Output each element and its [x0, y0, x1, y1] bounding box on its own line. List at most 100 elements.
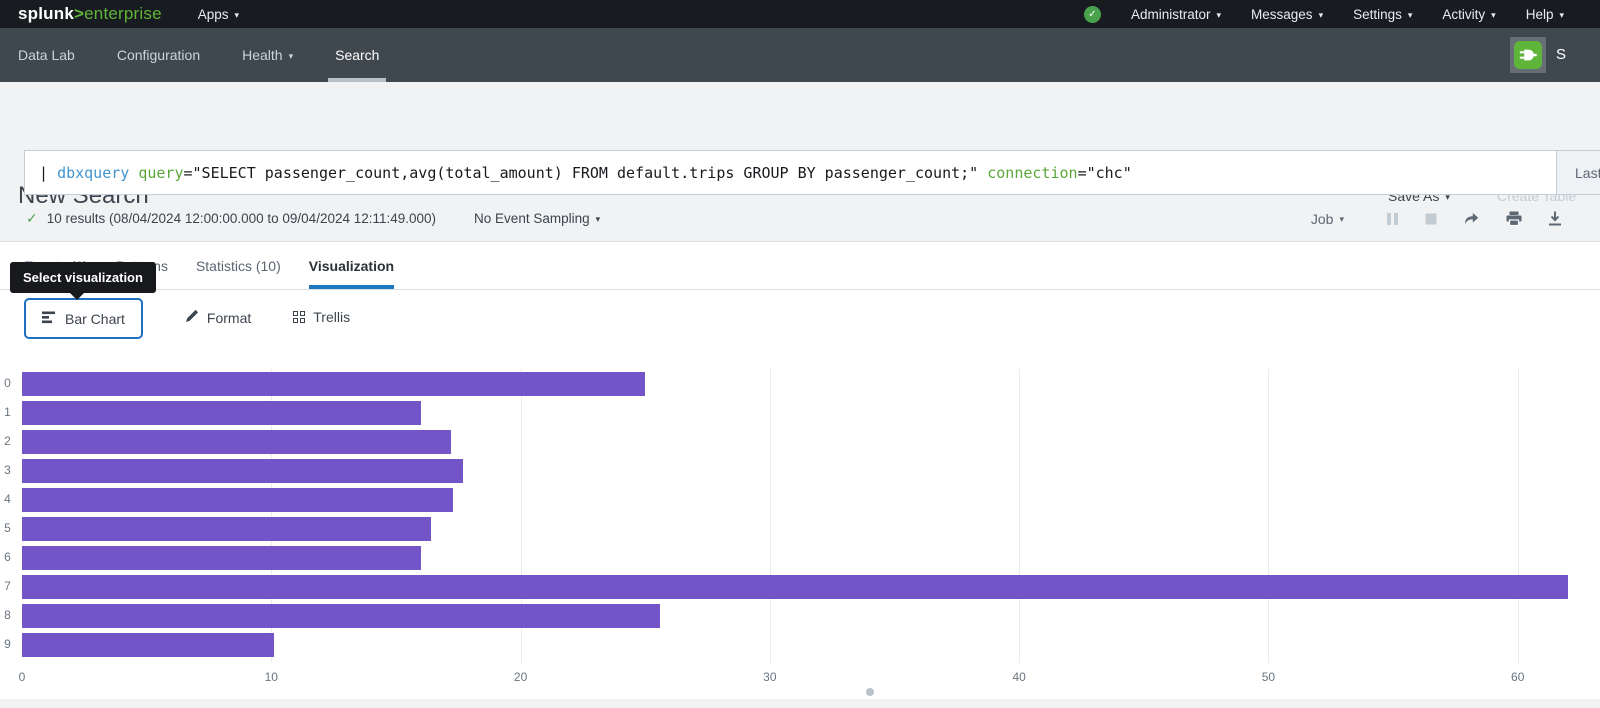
bar-segment[interactable]: [22, 546, 421, 570]
splunk-logo[interactable]: splunk>enterprise: [18, 4, 162, 24]
format-button[interactable]: Format: [185, 309, 251, 326]
result-tabs: Events (0)PatternsStatistics (10)Visuali…: [0, 242, 1600, 290]
topbar-menu-help[interactable]: Help ▾: [1526, 7, 1564, 22]
navbar-item-health[interactable]: Health▾: [242, 28, 293, 82]
export-icon[interactable]: [1548, 211, 1562, 226]
job-menu-label: Job: [1311, 211, 1334, 227]
bar-segment[interactable]: [22, 459, 463, 483]
time-range-picker[interactable]: Last: [1556, 150, 1600, 195]
navbar-item-search[interactable]: Search: [335, 28, 379, 82]
y-category-label: 9: [0, 637, 15, 651]
results-actions: Job ▾: [1311, 211, 1600, 227]
bar-chart-icon: [42, 311, 56, 327]
stop-icon: [1425, 213, 1437, 225]
print-icon[interactable]: [1506, 211, 1522, 226]
x-gridline: [770, 369, 771, 663]
query-token: query: [138, 164, 183, 182]
viz-controls: Bar Chart Format Trellis: [0, 290, 1600, 369]
y-category-label: 3: [0, 463, 15, 477]
x-tick-label: 20: [506, 670, 536, 684]
y-category-label: 5: [0, 521, 15, 535]
app-icon-tile[interactable]: [1510, 37, 1546, 73]
query-token: [129, 164, 138, 182]
bar-segment[interactable]: [22, 401, 421, 425]
search-query-input[interactable]: | dbxquery query="SELECT passenger_count…: [24, 150, 1556, 195]
topbar: splunk>enterprise Apps ▾ ✓ Administrator…: [0, 0, 1600, 28]
bar-segment[interactable]: [22, 430, 451, 454]
query-token: =: [184, 164, 193, 182]
topbar-menu-label: Settings: [1353, 7, 1402, 22]
trellis-label: Trellis: [313, 309, 350, 325]
topbar-menu-activity[interactable]: Activity▾: [1442, 7, 1495, 22]
x-tick-label: 0: [7, 670, 37, 684]
logo-gt: >: [74, 4, 84, 23]
results-summary: 10 results (08/04/2024 12:00:00.000 to 0…: [47, 211, 436, 226]
tab-visualization[interactable]: Visualization: [309, 242, 394, 289]
chevron-down-icon: ▾: [1491, 11, 1496, 20]
bar-segment[interactable]: [22, 517, 431, 541]
x-gridline: [1019, 369, 1020, 663]
app-navbar: Data Lab Configuration Health▾ Search: [0, 28, 1600, 82]
bar-segment[interactable]: [22, 633, 274, 657]
chevron-down-icon: ▾: [596, 215, 601, 224]
results-bar: ✓ 10 results (08/04/2024 12:00:00.000 to…: [0, 196, 1600, 242]
topbar-menu-settings[interactable]: Settings ▾: [1353, 7, 1412, 22]
event-sampling-menu[interactable]: No Event Sampling ▾: [474, 211, 600, 226]
chevron-down-icon: ▾: [1559, 11, 1564, 20]
chevron-down-icon: ▾: [1339, 215, 1344, 224]
query-token: =: [1078, 164, 1087, 182]
page-header: New Search Save As ▾ Create Table: [0, 82, 1600, 150]
pencil-icon: [185, 309, 199, 326]
bar-segment[interactable]: [22, 488, 453, 512]
logo-splunk: splunk: [18, 4, 74, 23]
navbar-item-configuration[interactable]: Configuration: [117, 28, 200, 82]
x-tick-label: 10: [256, 670, 286, 684]
chevron-down-icon: ▾: [1408, 11, 1413, 20]
bar-segment[interactable]: [22, 575, 1568, 599]
y-category-label: 4: [0, 492, 15, 506]
bar-segment[interactable]: [22, 372, 645, 396]
navbar-item-data-lab[interactable]: Data Lab: [18, 28, 75, 82]
topbar-menu-messages[interactable]: Messages ▾: [1251, 7, 1323, 22]
navbar-item-label: Data Lab: [18, 47, 75, 63]
scrollbar-dot[interactable]: [866, 688, 874, 696]
query-token: [978, 164, 987, 182]
splunk-app-window: splunk>enterprise Apps ▾ ✓ Administrator…: [0, 0, 1600, 708]
job-menu[interactable]: Job ▾: [1311, 211, 1344, 227]
topbar-menu-label: Help: [1526, 7, 1554, 22]
bar-segment[interactable]: [22, 604, 660, 628]
chevron-down-icon: ▾: [235, 11, 240, 20]
topbar-right-menus: ✓ Administrator▾Messages▾Settings▾Activi…: [1084, 6, 1600, 23]
x-tick-label: 40: [1004, 670, 1034, 684]
apps-menu[interactable]: Apps ▾: [198, 7, 239, 22]
query-token: |: [39, 164, 57, 182]
pause-icon: [1386, 212, 1399, 226]
topbar-menu-administrator[interactable]: Administrator▾: [1131, 7, 1221, 22]
y-category-label: 8: [0, 608, 15, 622]
topbar-menu-label: Administrator: [1131, 7, 1211, 22]
x-gridline: [1268, 369, 1269, 663]
navbar-item-label: Configuration: [117, 47, 200, 63]
logo-product: enterprise: [84, 4, 162, 23]
trellis-button[interactable]: Trellis: [293, 309, 350, 325]
y-category-label: 2: [0, 434, 15, 448]
format-label: Format: [207, 310, 251, 326]
time-range-label: Last: [1575, 165, 1600, 181]
query-token: "SELECT passenger_count,avg(total_amount…: [193, 164, 979, 182]
status-check-icon[interactable]: ✓: [1084, 6, 1101, 23]
chevron-down-icon: ▾: [1319, 11, 1324, 20]
query-token: "chc": [1087, 164, 1132, 182]
event-sampling-label: No Event Sampling: [474, 211, 590, 226]
share-icon[interactable]: [1463, 211, 1480, 226]
y-category-label: 0: [0, 376, 15, 390]
topbar-menu-label: Messages: [1251, 7, 1313, 22]
tab-statistics-10[interactable]: Statistics (10): [196, 242, 281, 289]
select-visualization-tooltip: Select visualization: [10, 262, 156, 293]
navbar-item-label: Search: [335, 47, 379, 63]
y-category-label: 1: [0, 405, 15, 419]
apps-menu-label: Apps: [198, 7, 229, 22]
search-bar: | dbxquery query="SELECT passenger_count…: [24, 150, 1600, 195]
x-tick-label: 50: [1253, 670, 1283, 684]
query-token: dbxquery: [57, 164, 129, 182]
app-title-clipped: S: [1556, 46, 1566, 63]
